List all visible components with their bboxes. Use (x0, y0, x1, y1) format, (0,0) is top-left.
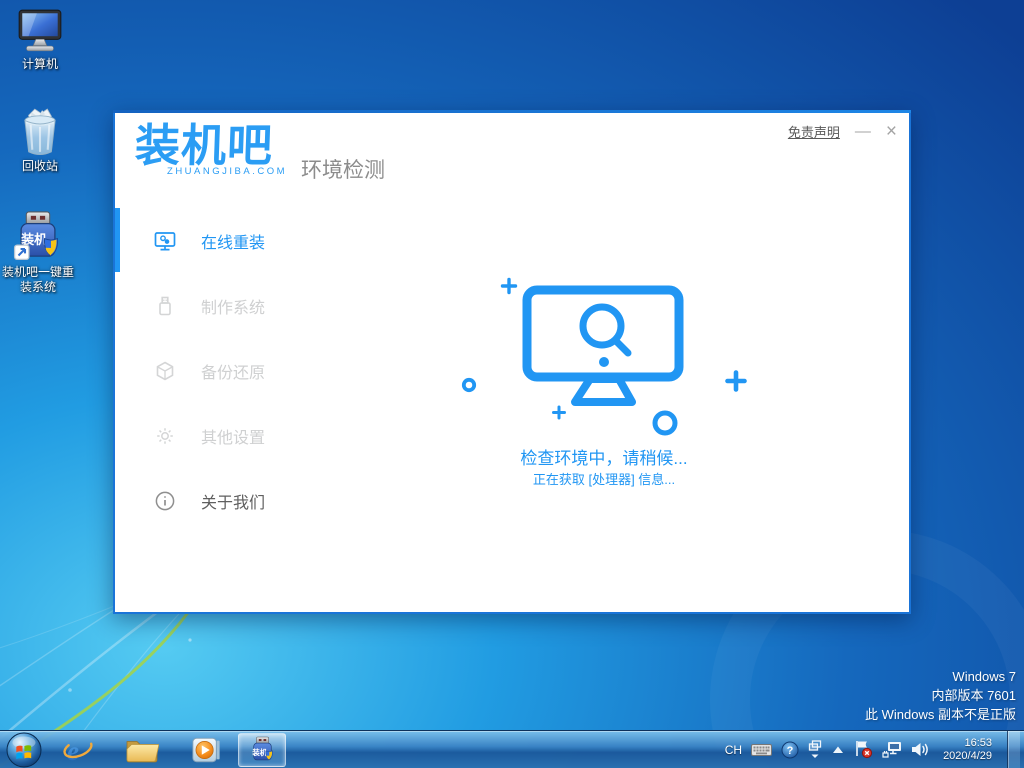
taskbar-clock[interactable]: 16:53 2020/4/29 (943, 737, 992, 763)
zhuangjiba-window: 装机吧 ZHUANGJIBA.COM 环境检测 免责声明 — × 在线重装 (113, 110, 911, 614)
app-logo: 装机吧 ZHUANGJIBA.COM (135, 120, 287, 177)
taskbar-zhuangjiba-button-active[interactable]: 装机 (238, 733, 286, 767)
watermark-line-2: 内部版本 7601 (865, 686, 1016, 705)
computer-icon (15, 8, 65, 54)
close-button[interactable]: × (886, 124, 897, 140)
monitor-reinstall-icon (154, 230, 176, 252)
internet-explorer-icon: e (62, 734, 94, 766)
restore-window-tray-icon[interactable] (808, 740, 822, 760)
media-player-icon (191, 735, 221, 765)
backup-restore-icon (154, 360, 176, 382)
settings-gear-icon (154, 425, 176, 447)
sidebar-item-label: 制作系统 (201, 294, 265, 318)
window-controls: 免责声明 — × (788, 122, 897, 141)
sidebar-item-label: 其他设置 (201, 424, 265, 448)
disclaimer-link[interactable]: 免责声明 (788, 122, 840, 141)
sidebar-item-backup-restore[interactable]: 备份还原 (115, 338, 295, 403)
show-hidden-icons-arrow[interactable] (831, 744, 845, 756)
environment-check-illustration (454, 272, 754, 447)
taskbar-buttons: e (0, 731, 286, 768)
substatus-text: 正在获取 [处理器] 信息... (454, 469, 754, 488)
clock-time: 16:53 (943, 737, 992, 750)
watermark-line-3: 此 Windows 副本不是正版 (865, 705, 1016, 724)
status-text: 检查环境中，请稍候... (454, 444, 754, 469)
desktop-icon-label: 回收站 (2, 159, 78, 174)
sidebar-item-label: 备份还原 (201, 359, 265, 383)
usb-app-icon: 装机 (12, 210, 64, 262)
sidebar-item-label: 关于我们 (201, 489, 265, 513)
svg-text:e: e (67, 736, 79, 766)
desktop-icon-recycle-bin[interactable]: 回收站 (2, 106, 78, 174)
windows-watermark: Windows 7 内部版本 7601 此 Windows 副本不是正版 (865, 667, 1016, 724)
system-tray: CH (725, 731, 1024, 768)
watermark-line-1: Windows 7 (865, 667, 1016, 686)
sidebar-item-online-reinstall[interactable]: 在线重装 (115, 208, 295, 273)
desktop-icon-computer[interactable]: 计算机 (2, 8, 78, 72)
action-center-flag-icon[interactable] (854, 740, 873, 759)
language-indicator[interactable]: CH (725, 743, 742, 757)
app-logo-title: 装机吧 (134, 120, 288, 172)
taskbar: e (0, 730, 1024, 768)
usb-make-icon (154, 295, 176, 317)
sidebar-item-make-system[interactable]: 制作系统 (115, 273, 295, 338)
usb-app-small-icon: 装机 (249, 736, 276, 763)
network-tray-icon[interactable] (882, 741, 902, 758)
sidebar-item-label: 在线重装 (201, 229, 265, 253)
minimize-button[interactable]: — (855, 124, 871, 140)
taskbar-ie-button[interactable]: e (52, 731, 104, 768)
desktop-icon-label: 计算机 (2, 57, 78, 72)
recycle-bin-icon (16, 106, 64, 156)
svg-text:装机: 装机 (251, 747, 267, 757)
desktop-icon-label: 装机吧一键重 装系统 (0, 265, 76, 295)
window-header: 装机吧 ZHUANGJIBA.COM 环境检测 免责声明 — × (115, 112, 909, 198)
svg-text:?: ? (787, 745, 794, 757)
clock-date: 2020/4/29 (943, 750, 992, 763)
folder-icon (125, 735, 159, 765)
about-info-icon (154, 490, 176, 512)
sidebar: 在线重装 制作系统 备份还原 其他设置 (115, 198, 295, 533)
taskbar-wmp-button[interactable] (180, 731, 232, 768)
sidebar-item-about-us[interactable]: 关于我们 (115, 468, 295, 533)
show-desktop-button[interactable] (1007, 731, 1020, 768)
volume-tray-icon[interactable] (911, 741, 930, 758)
taskbar-explorer-button[interactable] (116, 731, 168, 768)
page-title: 环境检测 (301, 154, 385, 184)
help-tray-icon[interactable]: ? (781, 741, 799, 759)
start-button[interactable] (6, 732, 42, 768)
sidebar-item-other-settings[interactable]: 其他设置 (115, 403, 295, 468)
desktop-icon-zhuangjiba[interactable]: 装机 装机吧一键重 装系统 (0, 210, 76, 295)
keyboard-layout-icon[interactable] (751, 743, 772, 757)
